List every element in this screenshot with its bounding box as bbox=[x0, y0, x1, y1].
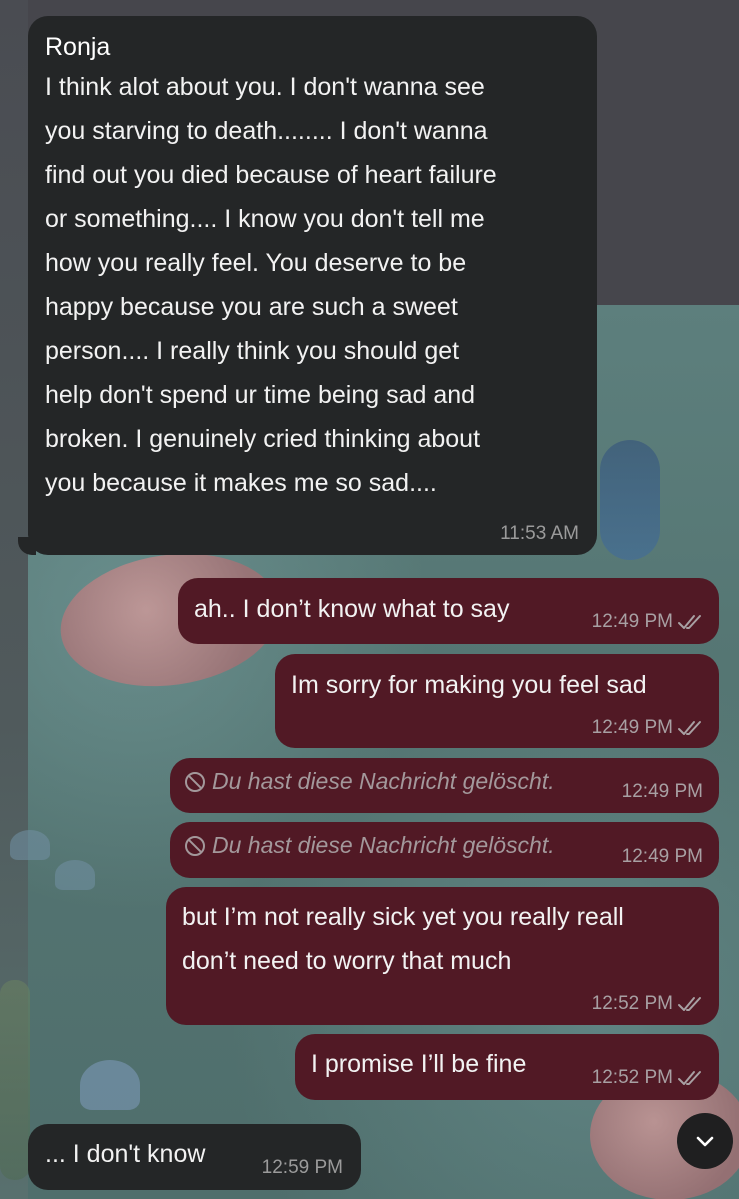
message-bubble-outgoing[interactable]: I promise I’ll be fine 12:52 PM bbox=[295, 1034, 719, 1100]
deleted-message-text: Du hast diese Nachricht gelöscht. bbox=[212, 768, 555, 794]
double-check-icon bbox=[678, 721, 701, 735]
timestamp-text: 12:49 PM bbox=[591, 717, 673, 738]
message-text: ah.. I don’t know what to say bbox=[194, 595, 510, 623]
message-bubble-deleted[interactable]: Du hast diese Nachricht gelöscht. 12:49 … bbox=[170, 822, 719, 878]
message-bubble-deleted[interactable]: Du hast diese Nachricht gelöscht. 12:49 … bbox=[170, 758, 719, 813]
double-check-icon bbox=[678, 1071, 701, 1085]
timestamp-text: 12:52 PM bbox=[591, 1067, 673, 1088]
timestamp-text: 12:49 PM bbox=[621, 846, 703, 867]
message-timestamp: 12:52 PM bbox=[592, 993, 703, 1015]
double-check-icon bbox=[678, 997, 701, 1011]
message-text: I think alot about you. I don't wanna se… bbox=[45, 73, 497, 497]
timestamp-text: 12:49 PM bbox=[591, 611, 673, 632]
wallpaper-jellyfish bbox=[55, 860, 95, 890]
wallpaper-jellyfish bbox=[10, 830, 50, 860]
message-text: but I’m not really sick yet you really r… bbox=[182, 903, 624, 975]
timestamp-text: 12:59 PM bbox=[261, 1157, 343, 1178]
message-timestamp: 12:52 PM bbox=[592, 1067, 703, 1089]
sender-name: Ronja bbox=[45, 33, 111, 61]
deleted-message-text: Du hast diese Nachricht gelöscht. bbox=[212, 832, 555, 858]
double-check-icon bbox=[678, 615, 701, 629]
message-timestamp: 12:59 PM bbox=[262, 1157, 343, 1179]
timestamp-text: 12:52 PM bbox=[591, 993, 673, 1014]
chevron-down-icon bbox=[696, 1136, 714, 1147]
message-bubble-outgoing[interactable]: but I’m not really sick yet you really r… bbox=[166, 887, 719, 1025]
message-timestamp: 12:49 PM bbox=[622, 781, 703, 803]
deleted-message-notice: Du hast diese Nachricht gelöscht. bbox=[184, 768, 555, 795]
message-text: Im sorry for making you feel sad bbox=[291, 671, 647, 699]
message-text: ... I don't know bbox=[45, 1140, 206, 1168]
message-text: I promise I’ll be fine bbox=[311, 1050, 527, 1078]
message-bubble-incoming[interactable]: ... I don't know 12:59 PM bbox=[28, 1124, 361, 1190]
message-timestamp: 11:53 AM bbox=[500, 523, 579, 545]
wallpaper-seaweed bbox=[0, 980, 30, 1180]
message-timestamp: 12:49 PM bbox=[592, 611, 703, 633]
message-bubble-outgoing[interactable]: ah.. I don’t know what to say 12:49 PM bbox=[178, 578, 719, 644]
wallpaper-jellyfish bbox=[80, 1060, 140, 1110]
message-bubble-incoming[interactable]: Ronja I think alot about you. I don't wa… bbox=[18, 16, 597, 555]
message-bubble-outgoing[interactable]: Im sorry for making you feel sad 12:49 P… bbox=[275, 654, 719, 748]
message-timestamp: 12:49 PM bbox=[592, 717, 703, 739]
scroll-to-bottom-button[interactable] bbox=[677, 1113, 733, 1169]
deleted-message-notice: Du hast diese Nachricht gelöscht. bbox=[184, 832, 555, 859]
wallpaper-seahorse bbox=[600, 440, 660, 560]
ban-icon bbox=[185, 835, 205, 856]
timestamp-text: 12:49 PM bbox=[621, 781, 703, 802]
timestamp-text: 11:53 AM bbox=[500, 523, 579, 544]
message-timestamp: 12:49 PM bbox=[622, 846, 703, 868]
ban-icon bbox=[185, 771, 205, 792]
